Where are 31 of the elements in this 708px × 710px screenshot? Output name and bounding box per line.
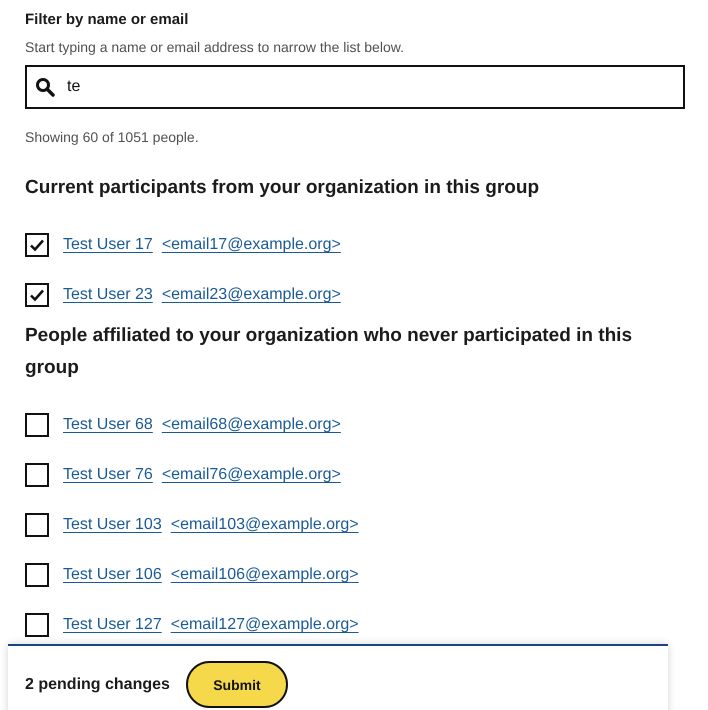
check-icon: [29, 287, 45, 303]
checkbox[interactable]: [25, 413, 49, 437]
filter-hint: Start typing a name or email address to narrow the list below.: [25, 38, 405, 57]
email-link[interactable]: <email17@example.org>: [162, 236, 341, 254]
user-name-link[interactable]: Test User 68: [63, 416, 153, 434]
checkbox[interactable]: [25, 563, 49, 587]
section-heading: Current participants from your organization in this group: [25, 176, 540, 200]
email-link[interactable]: <email23@example.org>: [162, 286, 341, 304]
user-name-link[interactable]: Test User 23: [63, 286, 153, 304]
result-count: Showing 60 of 1051 people.: [25, 128, 200, 147]
email-link[interactable]: <email127@example.org>: [170, 616, 359, 634]
user-name-link[interactable]: Test User 17: [63, 236, 153, 254]
checkbox[interactable]: [25, 463, 49, 487]
user-name-link[interactable]: Test User 76: [63, 466, 153, 484]
email-link[interactable]: <email106@example.org>: [170, 566, 359, 584]
search-field[interactable]: te: [25, 65, 685, 109]
email-link[interactable]: <email76@example.org>: [162, 466, 341, 484]
checkbox[interactable]: [25, 513, 49, 537]
user-name-link[interactable]: Test User 106: [63, 566, 162, 584]
email-link[interactable]: <email68@example.org>: [162, 416, 341, 434]
email-link[interactable]: <email103@example.org>: [170, 516, 359, 534]
checkbox[interactable]: [25, 283, 49, 307]
checkbox[interactable]: [25, 233, 49, 257]
filter-label: Filter by name or email: [25, 10, 190, 30]
user-name-link[interactable]: Test User 127: [63, 616, 162, 634]
submit-button[interactable]: Submit: [186, 661, 288, 708]
pending-changes-text: 2 pending changes: [25, 675, 170, 695]
check-icon: [29, 237, 45, 253]
user-name-link[interactable]: Test User 103: [63, 516, 162, 534]
checkbox[interactable]: [25, 613, 49, 637]
section-heading: People affiliated to your organization who never participated in this group: [25, 324, 634, 380]
